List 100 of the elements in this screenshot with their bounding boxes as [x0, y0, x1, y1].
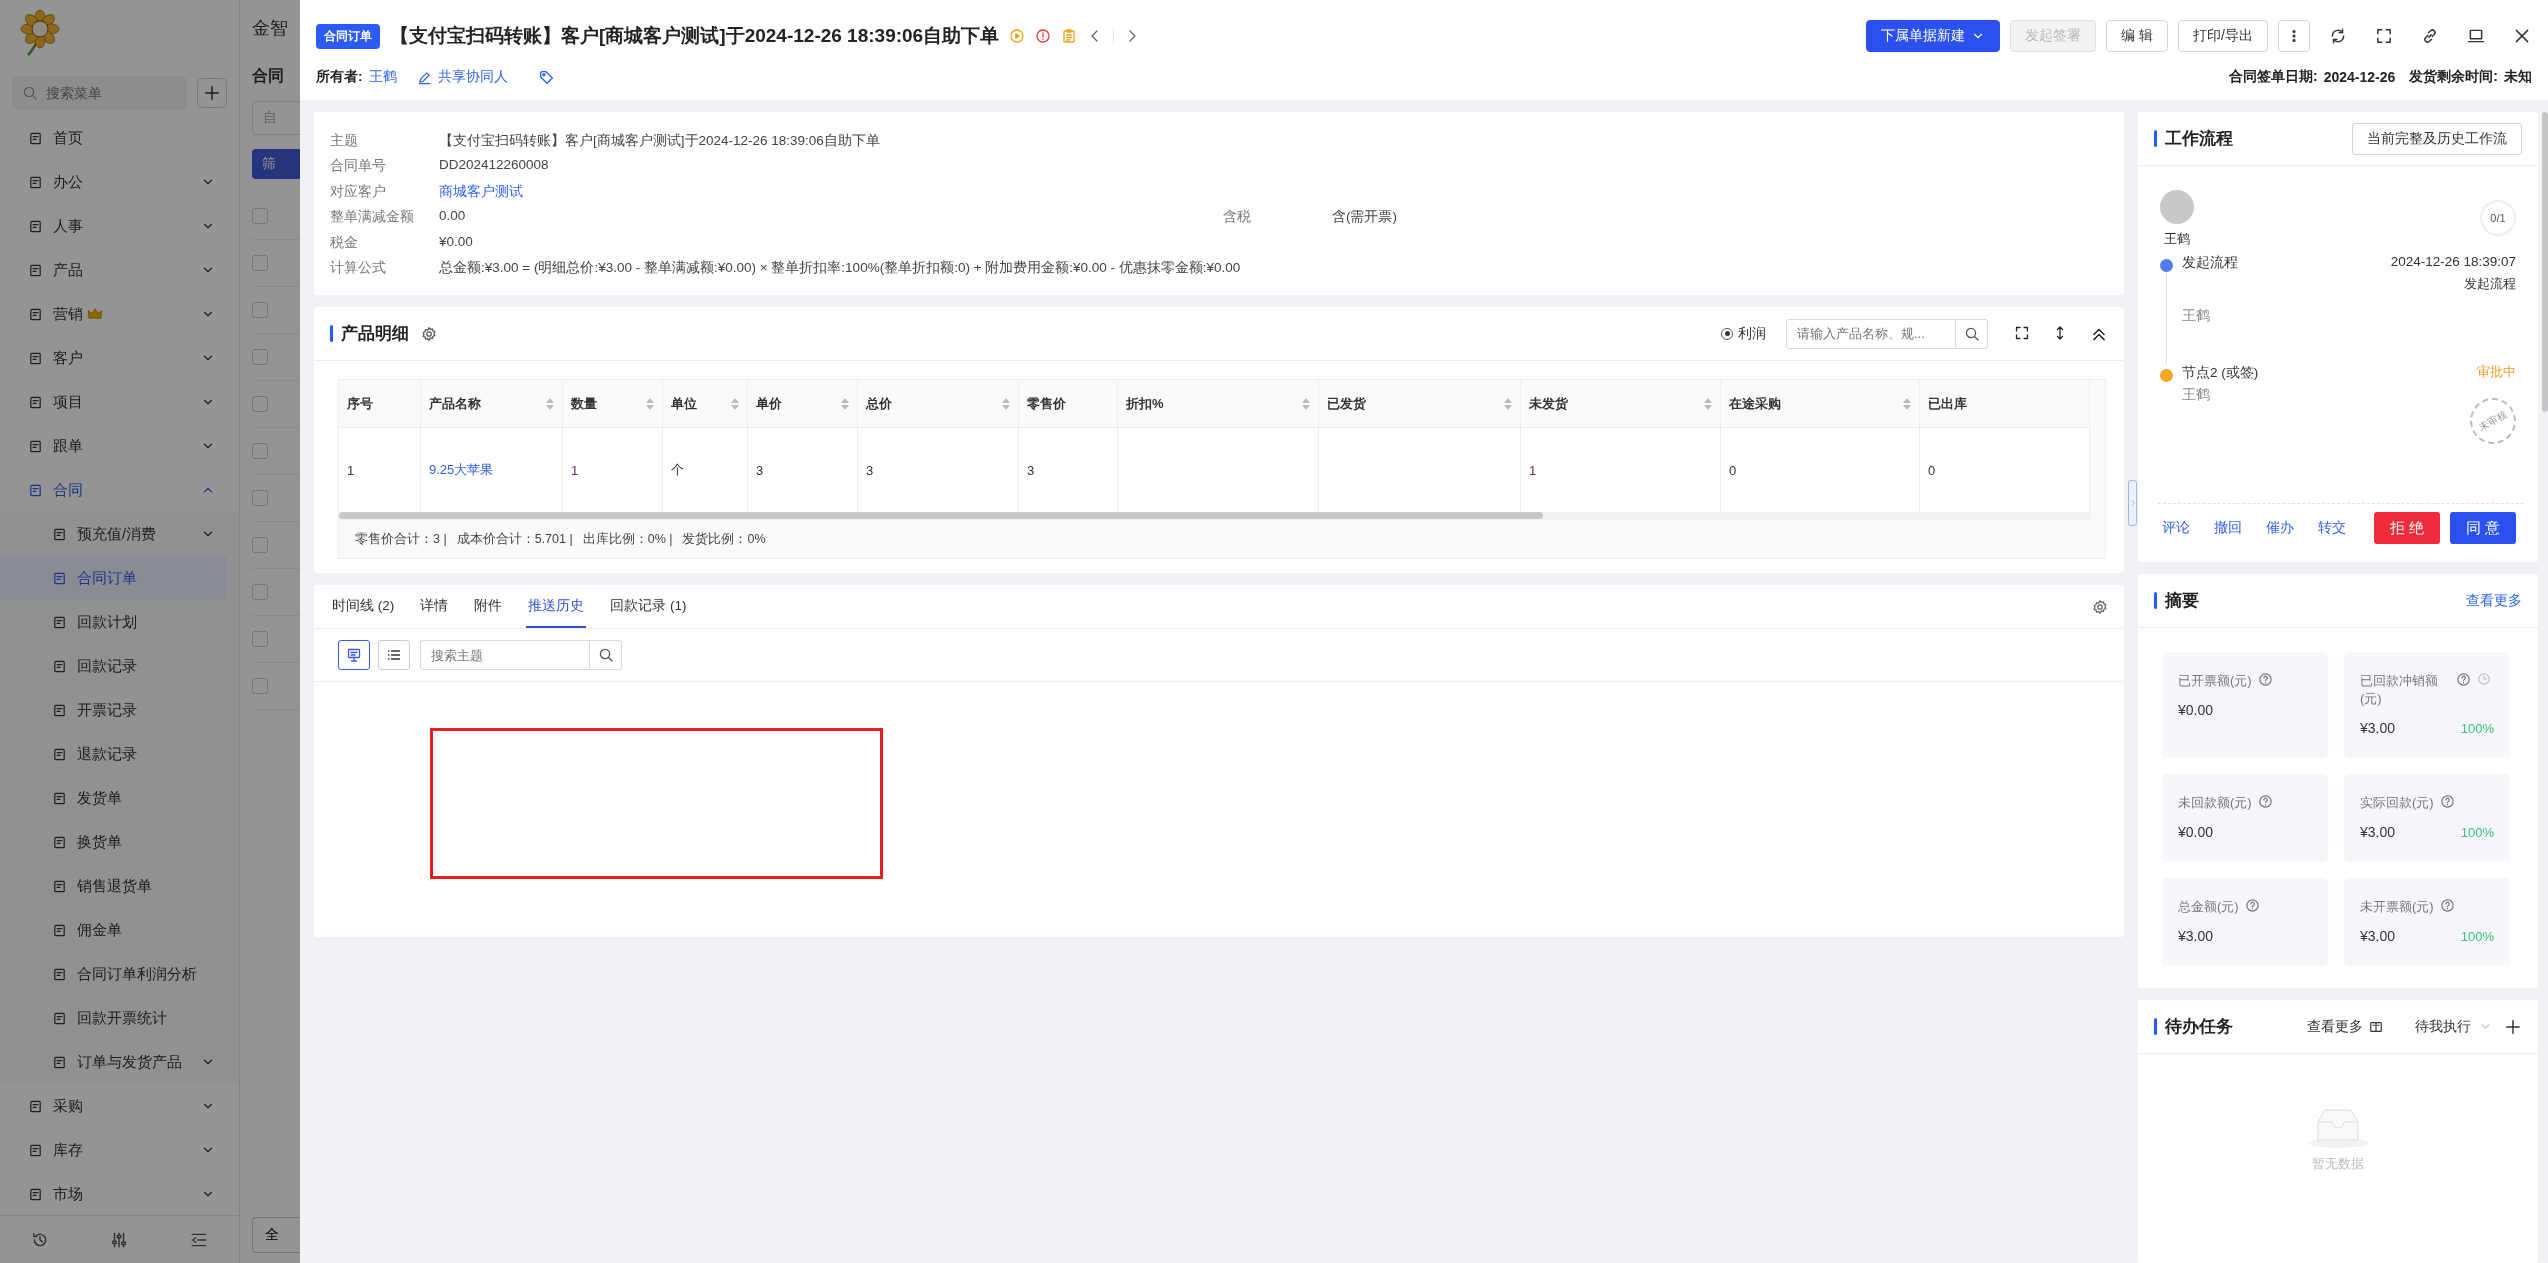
- menu-item[interactable]: 销售退货单: [0, 864, 239, 908]
- view-more-link[interactable]: 查看更多: [2466, 591, 2522, 610]
- topic-search-field[interactable]: 搜索主题: [420, 640, 590, 670]
- menu-item[interactable]: 产品: [0, 248, 239, 292]
- column-header[interactable]: 数量: [563, 380, 663, 428]
- menu-item[interactable]: 回款记录: [0, 644, 239, 688]
- row-checkbox[interactable]: [252, 537, 268, 553]
- row-checkbox[interactable]: [252, 678, 268, 694]
- menu-item[interactable]: 订单与发货产品: [0, 1040, 239, 1084]
- fullscreen-icon[interactable]: [2375, 27, 2393, 45]
- clipboard-icon[interactable]: [1061, 28, 1078, 44]
- column-header[interactable]: 总价: [858, 380, 1019, 428]
- menu-item[interactable]: 合同订单利润分析: [0, 952, 239, 996]
- menu-item[interactable]: 合同订单: [0, 556, 227, 600]
- menu-item[interactable]: 回款计划: [0, 600, 239, 644]
- action-link[interactable]: 评论: [2162, 519, 2190, 537]
- action-link[interactable]: 撤回: [2214, 519, 2242, 537]
- row-checkbox[interactable]: [252, 396, 268, 412]
- row-checkbox[interactable]: [252, 349, 268, 365]
- search-button[interactable]: [590, 640, 622, 670]
- view-more-link[interactable]: 查看更多: [2307, 1017, 2383, 1036]
- menu-item[interactable]: 换货单: [0, 820, 239, 864]
- menu-search-field[interactable]: 搜索菜单: [12, 76, 187, 110]
- action-button[interactable]: 打印/导出: [2178, 20, 2268, 52]
- tab[interactable]: 回款记录 (1): [608, 585, 689, 628]
- menu-item[interactable]: 预充值/消费: [0, 512, 239, 556]
- link-icon[interactable]: [2421, 27, 2439, 45]
- search-button[interactable]: [1956, 318, 1988, 349]
- page-icon: [52, 922, 67, 938]
- menu-item[interactable]: 回款开票统计: [0, 996, 239, 1040]
- column-header[interactable]: 折扣%: [1118, 380, 1319, 428]
- scrollbar[interactable]: [2542, 112, 2548, 412]
- filter-button[interactable]: 筛: [252, 149, 300, 179]
- share-collaborators-link[interactable]: 共享协同人: [416, 68, 508, 86]
- menu-item[interactable]: 人事: [0, 204, 239, 248]
- workflow-history-button[interactable]: 当前完整及历史工作流: [2352, 122, 2522, 155]
- settings-icon[interactable]: [2092, 598, 2108, 615]
- column-header[interactable]: 产品名称: [421, 380, 563, 428]
- tab[interactable]: 详情: [418, 585, 451, 628]
- menu-item[interactable]: 营销: [0, 292, 239, 336]
- scrollbar[interactable]: [339, 512, 1543, 519]
- row-checkbox[interactable]: [252, 490, 268, 506]
- column-header: 已出库: [1920, 380, 2090, 428]
- alert-icon[interactable]: [1035, 28, 1052, 44]
- menu-item[interactable]: 发货单: [0, 776, 239, 820]
- menu-item[interactable]: 客户: [0, 336, 239, 380]
- menu-item[interactable]: 退款记录: [0, 732, 239, 776]
- step-title: 发起流程: [2182, 254, 2238, 272]
- owner-link[interactable]: 王鹤: [368, 68, 397, 86]
- row-checkbox[interactable]: [252, 302, 268, 318]
- action-link[interactable]: 催办: [2266, 519, 2294, 537]
- plus-icon[interactable]: [2504, 1017, 2522, 1036]
- row-checkbox[interactable]: [252, 208, 268, 224]
- collapse-handle[interactable]: [2128, 480, 2137, 526]
- menu-item[interactable]: 跟单: [0, 424, 239, 468]
- tag-icon[interactable]: [537, 68, 555, 86]
- profit-radio[interactable]: 利润: [1721, 324, 1766, 343]
- row-checkbox[interactable]: [252, 443, 268, 459]
- menu-item[interactable]: 办公: [0, 160, 239, 204]
- column-header[interactable]: 已发货: [1319, 380, 1521, 428]
- task-filter-dropdown[interactable]: 待我执行: [2415, 1017, 2492, 1036]
- product-search-field[interactable]: 请输入产品名称、规...: [1786, 318, 1956, 349]
- menu-item[interactable]: 采购: [0, 1084, 239, 1128]
- section-title: 产品明细: [341, 323, 409, 345]
- history-icon[interactable]: [30, 1230, 49, 1249]
- tab[interactable]: 推送历史: [526, 585, 587, 628]
- column-header[interactable]: 单价: [748, 380, 858, 428]
- action-link[interactable]: 转交: [2318, 519, 2346, 537]
- column-header[interactable]: 单位: [663, 380, 748, 428]
- tab[interactable]: 附件: [472, 585, 505, 628]
- menu-item[interactable]: 佣金单: [0, 908, 239, 952]
- board-view-button[interactable]: [338, 640, 370, 670]
- product-link[interactable]: 9.25大苹果: [421, 428, 563, 512]
- add-button[interactable]: [197, 78, 227, 108]
- menu-item[interactable]: 项目: [0, 380, 239, 424]
- row-checkbox[interactable]: [252, 631, 268, 647]
- tab[interactable]: 时间线 (2): [330, 585, 397, 628]
- approve-button[interactable]: 同 意: [2450, 512, 2517, 544]
- close-icon[interactable]: [2513, 27, 2531, 45]
- refresh-icon[interactable]: [2329, 27, 2347, 45]
- sliders-icon[interactable]: [110, 1230, 129, 1249]
- reject-button[interactable]: 拒 绝: [2374, 512, 2441, 544]
- menu-item[interactable]: 开票记录: [0, 688, 239, 732]
- row-checkbox[interactable]: [252, 584, 268, 600]
- fullscreen-icon[interactable]: [2014, 324, 2030, 341]
- laptop-icon[interactable]: [2467, 27, 2485, 45]
- sort-icon: [1704, 397, 1712, 410]
- settings-icon[interactable]: [421, 325, 437, 342]
- action-button[interactable]: 编 辑: [2106, 20, 2169, 52]
- menu-item[interactable]: 库存: [0, 1128, 239, 1172]
- customer-link[interactable]: 商城客户测试: [439, 182, 523, 201]
- menu-item[interactable]: 合同: [0, 468, 239, 512]
- column-header[interactable]: 在途采购: [1721, 380, 1920, 428]
- list-view-button[interactable]: [378, 640, 410, 670]
- select-all-button[interactable]: 全: [252, 1217, 300, 1253]
- menu-item[interactable]: 首页: [0, 116, 239, 160]
- menu-item[interactable]: 市场: [0, 1172, 239, 1215]
- action-button[interactable]: 下属单据新建: [1866, 20, 2001, 52]
- column-header[interactable]: 未发货: [1521, 380, 1721, 428]
- row-checkbox[interactable]: [252, 255, 268, 271]
